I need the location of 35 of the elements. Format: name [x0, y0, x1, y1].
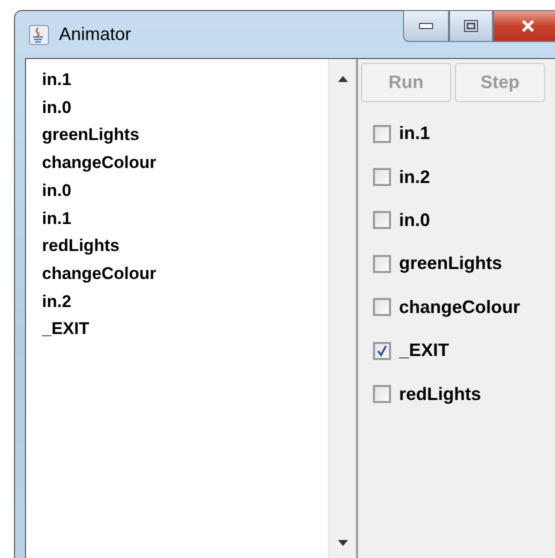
scroll-down-icon[interactable] — [338, 540, 348, 546]
minimize-icon — [419, 23, 433, 29]
trace-item: changeColour — [42, 152, 158, 174]
trace-item: greenLights — [42, 124, 140, 146]
checkbox-label: in.1 — [399, 123, 430, 144]
maximize-icon — [464, 20, 478, 32]
checkbox[interactable] — [373, 168, 391, 186]
checkbox-label: changeColour — [399, 296, 520, 318]
checkbox[interactable] — [373, 342, 391, 360]
window-title: Animator — [59, 24, 132, 45]
trace-item: in.2 — [42, 290, 72, 313]
coffee-cup-icon — [29, 24, 49, 44]
checkbox[interactable] — [373, 385, 391, 404]
checkbox-label: greenLights — [399, 253, 502, 274]
close-button[interactable] — [493, 10, 555, 42]
checkbox-label: _EXIT — [399, 340, 450, 362]
trace-item: redLights — [42, 235, 120, 258]
checkbox[interactable] — [373, 254, 391, 273]
checkbox[interactable] — [373, 298, 391, 316]
scroll-up-icon[interactable] — [338, 76, 348, 82]
checkbox[interactable] — [373, 211, 391, 230]
checkbox-label: in.2 — [399, 166, 430, 188]
close-icon — [520, 19, 536, 33]
scrollbar[interactable] — [328, 59, 356, 558]
checkbox-label: redLights — [399, 384, 482, 405]
trace-item: in.1 — [42, 69, 72, 91]
trace-item: in.1 — [42, 208, 72, 230]
trace-item: changeColour — [42, 262, 158, 285]
trace-item: _EXIT — [42, 318, 90, 340]
maximize-button[interactable] — [449, 10, 493, 42]
trace-item: in.0 — [42, 96, 72, 119]
trace-item: in.0 — [42, 180, 72, 202]
checkbox-label: in.0 — [399, 210, 430, 231]
minimize-button[interactable] — [403, 10, 449, 42]
checkbox[interactable] — [373, 124, 391, 143]
